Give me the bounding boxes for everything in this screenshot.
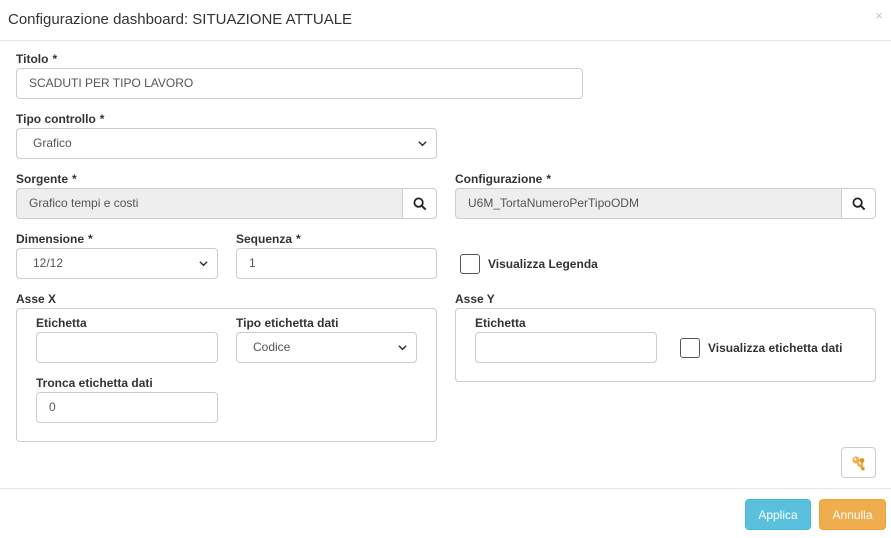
dimensione-value: 12/12 [33,256,64,270]
key-icon [851,455,864,470]
dashboard-config-modal: Configurazione dashboard: SITUAZIONE ATT… [0,0,891,538]
required-mark: * [72,172,77,186]
asse-x-title: Asse X [16,292,57,306]
tronca-etichetta-label: Tronca etichetta dati [36,376,153,390]
permissions-button[interactable] [841,447,876,478]
chevron-down-icon [199,261,208,267]
sequenza-input[interactable]: 1 [236,248,437,279]
titolo-label: Titolo * [16,52,57,66]
dimensione-label: Dimensione * [16,232,93,246]
required-mark: * [546,172,551,186]
tronca-etichetta-input[interactable]: 0 [36,392,218,423]
modal-header: Configurazione dashboard: SITUAZIONE ATT… [0,0,891,41]
tipo-etichetta-select[interactable]: Codice [236,332,417,363]
titolo-label-text: Titolo [16,52,49,66]
asse-x-etichetta-label: Etichetta [36,316,87,330]
search-icon [413,197,426,210]
required-mark: * [88,232,93,246]
sorgente-input: Grafico tempi e costi [16,188,403,219]
configurazione-label: Configurazione * [455,172,551,186]
tipo-controllo-value: Grafico [33,136,72,150]
visualizza-legenda-checkbox[interactable] [460,254,480,274]
chevron-down-icon [418,141,427,147]
sequenza-label: Sequenza * [236,232,301,246]
asse-y-etichetta-label: Etichetta [475,316,526,330]
required-mark: * [52,52,58,66]
footer-divider [0,488,891,489]
dimensione-select[interactable]: 12/12 [16,248,218,279]
visualizza-etichetta-label: Visualizza etichetta dati [708,341,843,355]
search-icon [852,197,865,210]
visualizza-legenda-label: Visualizza Legenda [488,257,598,271]
asse-y-etichetta-input[interactable] [475,332,657,363]
visualizza-etichetta-checkbox[interactable] [680,338,700,358]
tipo-etichetta-value: Codice [253,340,291,354]
sequenza-label-text: Sequenza [236,232,293,246]
tipo-controllo-select[interactable]: Grafico [16,128,437,159]
tipo-etichetta-label: Tipo etichetta dati [236,316,339,330]
required-mark: * [99,112,105,126]
cancel-button[interactable]: Annulla [819,499,886,530]
configurazione-label-text: Configurazione [455,172,543,186]
dimensione-label-text: Dimensione [16,232,85,246]
tipo-controllo-label: Tipo controllo * [16,112,104,126]
configurazione-input: U6M_TortaNumeroPerTipoODM [455,188,842,219]
configurazione-search-button[interactable] [841,188,876,219]
sorgente-label: Sorgente * [16,172,77,186]
apply-button[interactable]: Applica [745,499,811,530]
tipo-controllo-label-text: Tipo controllo [16,112,96,126]
chevron-down-icon [398,345,407,351]
modal-title: Configurazione dashboard: SITUAZIONE ATT… [8,11,353,28]
sorgente-search-button[interactable] [402,188,437,219]
required-mark: * [296,232,301,246]
asse-y-title: Asse Y [455,292,495,306]
asse-x-etichetta-input[interactable] [36,332,218,363]
titolo-input[interactable]: SCADUTI PER TIPO LAVORO [16,68,583,99]
close-icon[interactable]: × [875,8,883,23]
sorgente-label-text: Sorgente [16,172,69,186]
